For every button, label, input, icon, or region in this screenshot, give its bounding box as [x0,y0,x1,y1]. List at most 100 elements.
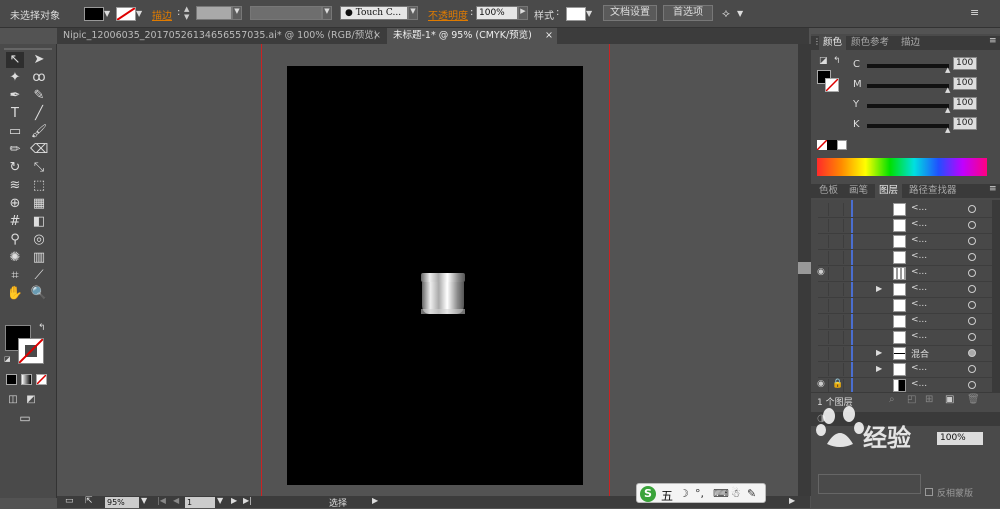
invert-mask-checkbox[interactable] [925,488,933,496]
scale-tool-icon[interactable]: ⤡ [30,160,48,176]
chevron-down-icon[interactable]: ▼ [136,9,142,18]
mesh-tool-icon[interactable]: # [6,214,24,230]
tab-document-2[interactable]: 未标题-1* @ 95% (CMYK/预览) × [387,28,557,44]
symbol-sprayer-tool-icon[interactable]: ✺ [6,250,24,266]
rectangle-tool-icon[interactable]: ▭ [6,124,24,140]
free-transform-tool-icon[interactable]: ⬚ [30,178,48,194]
layer-row[interactable]: <... [818,314,994,330]
opacity-field[interactable]: 100% [476,6,518,20]
none-swatch[interactable] [816,139,828,151]
lock-toggle[interactable] [832,267,844,280]
tab-document-1[interactable]: Nipic_12006035_20170526134656557035.ai* … [57,28,384,44]
zoom-field[interactable]: 95% [105,497,139,508]
new-layer-icon[interactable]: ▣ [945,394,954,405]
scroll-thumb[interactable] [798,262,811,274]
stroke-color-box[interactable] [18,338,44,364]
skin-icon[interactable]: ☃ [731,487,741,500]
tab-pathfinder[interactable]: 路径查找器 [905,184,961,198]
panel-menu-icon[interactable]: ≡ [970,6,979,19]
ime-toolbar[interactable]: S 五 ☽ °, ⌨ ☃ ✎ [636,483,766,503]
stroke-weight-field[interactable] [196,6,232,20]
slider-thumb-icon[interactable]: ▲ [945,126,950,134]
magic-wand-tool-icon[interactable]: ✦ [6,70,24,86]
close-icon[interactable]: × [373,28,381,44]
target-circle-icon[interactable] [968,205,976,213]
lock-toggle[interactable] [832,219,844,232]
layer-row[interactable]: ▶ <... [818,362,994,378]
layer-row[interactable]: ▶ 混合 [818,346,994,362]
artboard-nav-icon[interactable]: ▭ [65,496,74,506]
default-colors-icon[interactable]: ◪ [819,56,828,66]
swap-colors-icon[interactable]: ↰ [833,56,841,66]
layer-row[interactable]: <... [818,250,994,266]
target-circle-icon[interactable] [968,253,976,261]
artboard-tool-icon[interactable]: ⌗ [6,268,24,284]
layer-name[interactable]: <... [911,299,927,309]
expand-arrow-icon[interactable]: ▶ [876,284,882,293]
lock-toggle[interactable] [832,203,844,216]
lock-toggle[interactable] [832,347,844,360]
graphic-style-swatch[interactable] [566,7,586,21]
eraser-tool-icon[interactable]: ⌫ [30,142,48,158]
layer-row[interactable]: ▶ <... [818,282,994,298]
gradient-mode-icon[interactable] [21,374,32,385]
visibility-toggle[interactable] [817,235,829,248]
target-circle-icon[interactable] [968,365,976,373]
pen-tool-icon[interactable]: ✒ [6,88,24,104]
tools-icon[interactable]: ✎ [747,487,756,500]
target-circle-icon[interactable] [968,381,976,389]
perspective-grid-tool-icon[interactable]: ▦ [30,196,48,212]
slider-thumb-icon[interactable]: ▲ [945,66,950,74]
color-spectrum[interactable] [817,158,987,176]
scroll-right-icon[interactable]: ▶ [789,496,795,505]
layer-name[interactable]: <... [911,315,927,325]
delete-icon[interactable]: 🗑 [967,394,980,405]
chevron-down-icon[interactable]: ▼ [408,6,418,20]
target-circle-icon[interactable] [968,301,976,309]
close-icon[interactable]: × [545,28,553,44]
layer-row[interactable]: <... [818,202,994,218]
layer-name[interactable]: <... [911,283,927,293]
variable-width-dropdown[interactable] [250,6,322,20]
tab-color-guide[interactable]: 颜色参考 [847,36,893,50]
draw-normal-icon[interactable]: ◫ [4,392,22,408]
lock-toggle[interactable] [832,235,844,248]
channel-value[interactable]: 100 [953,77,977,90]
visibility-toggle[interactable] [817,331,829,344]
export-icon[interactable]: ⇱ [85,496,93,506]
artboard[interactable] [287,66,583,485]
chevron-down-icon[interactable]: ▼ [586,9,592,18]
graph-tool-icon[interactable]: ▥ [30,250,48,266]
selection-tool-icon[interactable]: ↖ [6,52,24,68]
direct-selection-tool-icon[interactable]: ➤ [30,52,48,68]
draw-behind-icon[interactable]: ◩ [22,392,40,408]
eyedropper-tool-icon[interactable]: ⚲ [6,232,24,248]
eye-icon[interactable]: ◉ [817,267,829,280]
vertical-scrollbar[interactable] [798,44,811,496]
zoom-tool-icon[interactable]: 🔍 [30,286,48,302]
target-circle-icon[interactable] [968,333,976,341]
tab-brushes[interactable]: 画笔 [845,184,872,198]
eye-icon[interactable]: ◉ [817,379,829,392]
visibility-toggle[interactable] [817,347,829,360]
none-mode-icon[interactable] [36,374,47,385]
chevron-right-icon[interactable]: ▶ [518,6,528,20]
lasso-tool-icon[interactable]: ꝏ [30,70,48,86]
curvature-tool-icon[interactable]: ✎ [30,88,48,104]
visibility-toggle[interactable] [817,251,829,264]
canvas-area[interactable] [57,44,798,496]
stroke-swatch[interactable] [116,7,136,21]
paintbrush-tool-icon[interactable]: 🖌 [30,124,48,140]
layer-row[interactable]: ◉ <... [817,266,994,282]
lock-toggle[interactable] [832,251,844,264]
channel-value[interactable]: 100 [953,57,977,70]
type-tool-icon[interactable]: T [6,106,24,122]
chevron-down-icon[interactable]: ▼ [104,9,110,18]
panel-menu-icon[interactable]: ≡ [989,36,997,46]
line-tool-icon[interactable]: ╱ [30,106,48,122]
channel-value[interactable]: 100 [953,117,977,130]
target-circle-icon[interactable] [968,317,976,325]
first-page-icon[interactable]: |◀ [157,496,166,505]
layer-name[interactable]: 混合 [911,347,929,360]
target-circle-icon[interactable] [968,269,976,277]
